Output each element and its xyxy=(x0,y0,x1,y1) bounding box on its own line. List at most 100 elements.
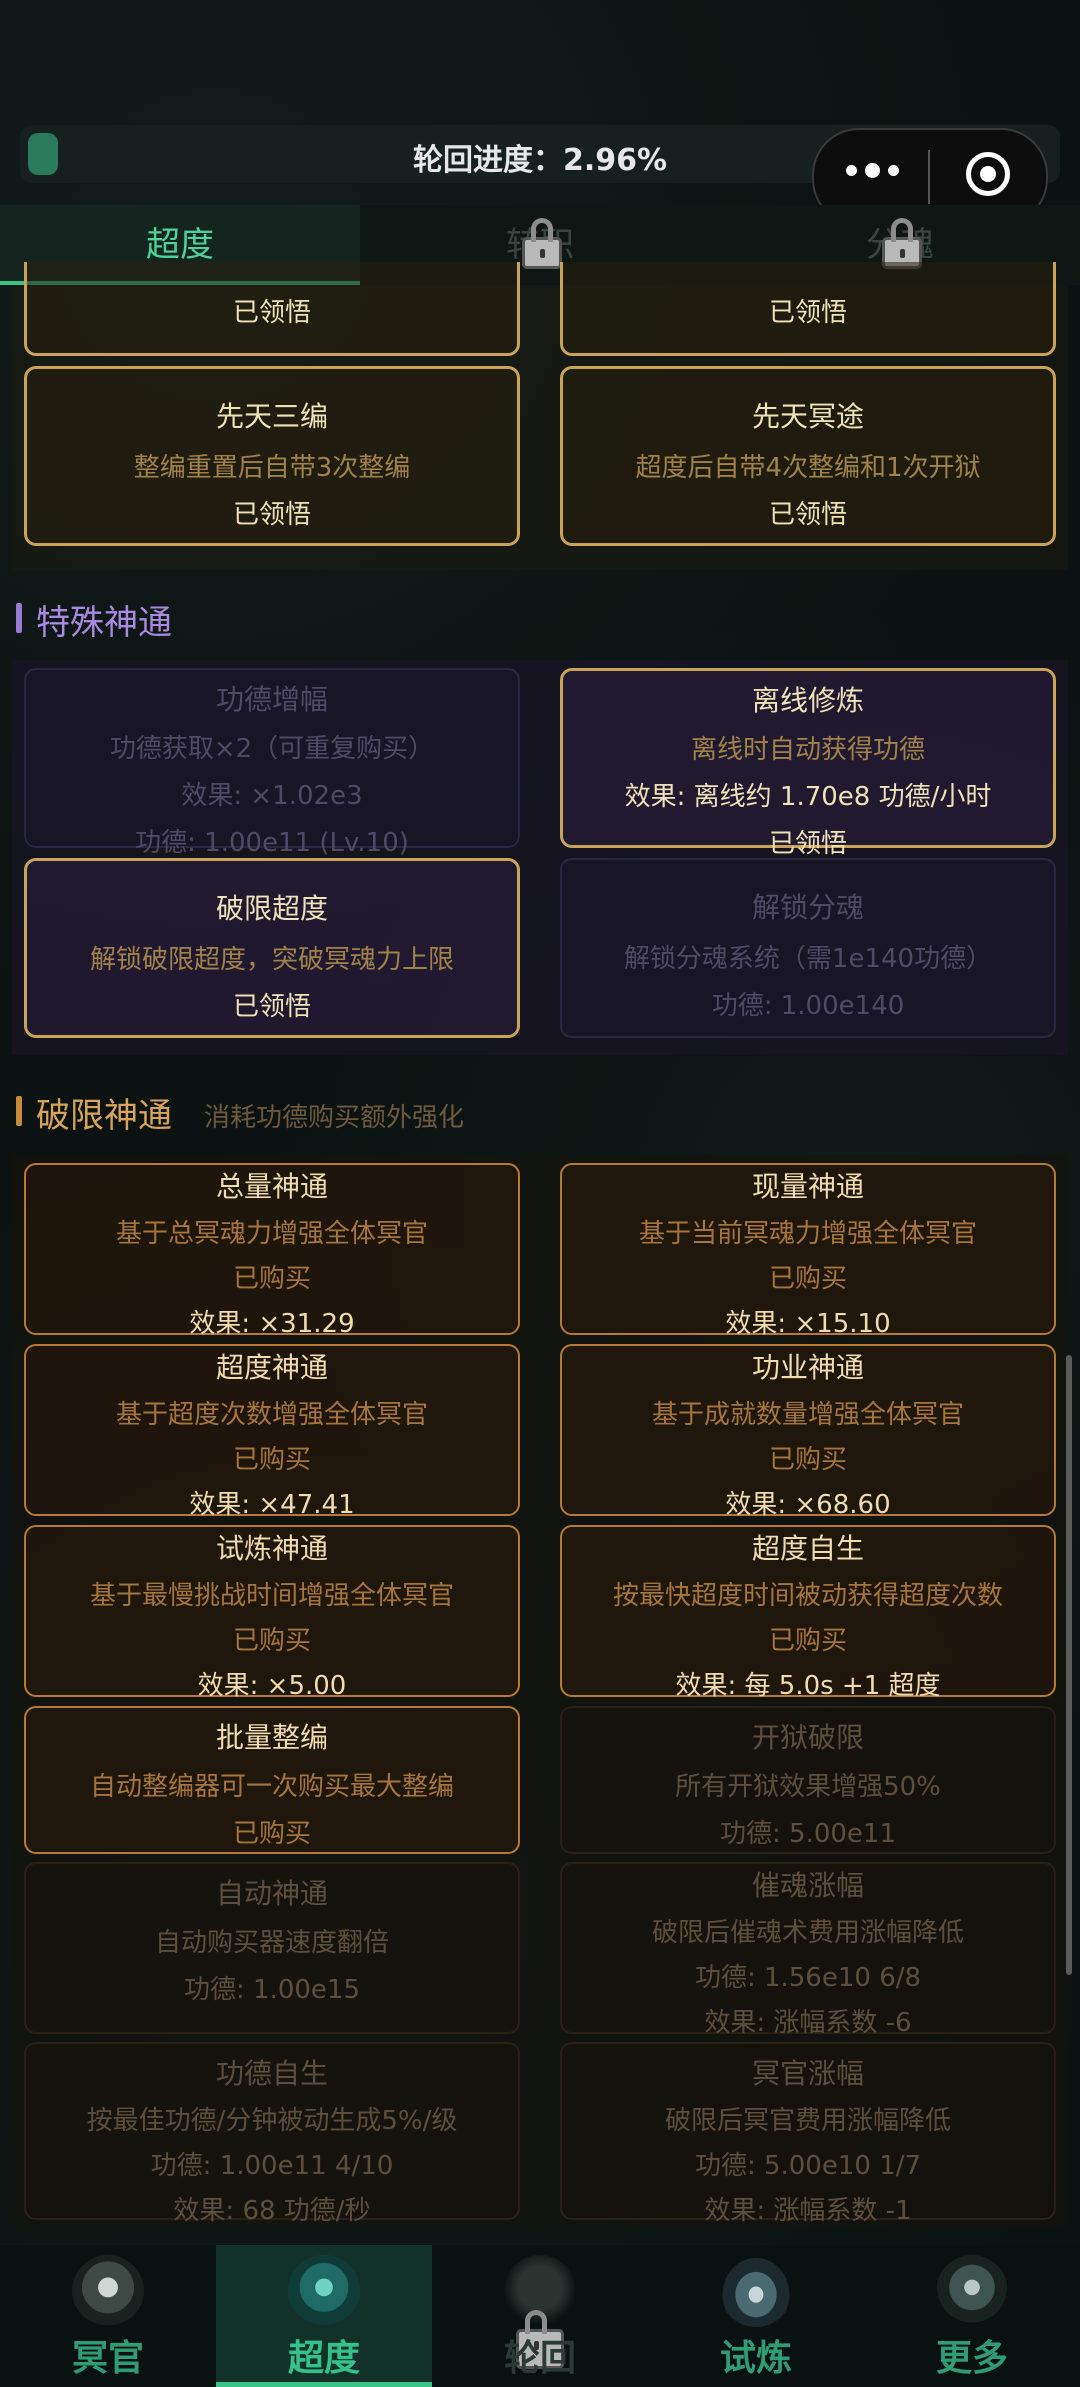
talent-card-xiantian-sanbian[interactable]: 先天三编 整编重置后自带3次整编 已领悟 xyxy=(24,366,520,546)
card-effect: 效果: ×5.00 xyxy=(197,1671,347,1701)
card-status: 已领悟 xyxy=(768,829,847,859)
card-title: 冥官涨幅 xyxy=(751,2057,864,2090)
special-card-lixian-xiulian[interactable]: 离线修炼 离线时自动获得功德 效果: 离线约 1.70e8 功德/小时 已领悟 xyxy=(560,668,1056,859)
breakthrough-section-subtitle: 消耗功德购买额外强化 xyxy=(204,1103,465,1133)
card-desc: 破限后催魂术费用涨幅降低 xyxy=(651,1918,964,1948)
card-title: 先天三编 xyxy=(215,400,328,433)
special-card-unlock-fenhun[interactable]: 解锁分魂 解锁分魂系统（需1e140功德） 功德: 1.00e140 xyxy=(560,858,1056,1038)
close-miniprogram-icon[interactable] xyxy=(966,152,1010,196)
talent-card[interactable]: 已领悟 xyxy=(24,262,520,356)
card-status: 已领悟 xyxy=(768,500,847,530)
card-desc: 整编重置后自带3次整编 xyxy=(133,453,411,483)
bt-card-gongde-zisheng[interactable]: 功德自生 按最佳功德/分钟被动生成5%/级 功德: 1.00e11 4/10 效… xyxy=(24,2042,520,2226)
bt-card-zongliang[interactable]: 总量神通 基于总冥魂力增强全体冥官 已购买 效果: ×31.29 xyxy=(24,1163,520,1339)
lock-icon xyxy=(522,218,562,269)
nav-mingguan[interactable]: 冥官 xyxy=(0,2245,216,2387)
spade-icon xyxy=(936,2255,1008,2327)
nav-label: 更多 xyxy=(935,2338,1008,2379)
bt-card-xianliang[interactable]: 现量神通 基于当前冥魂力增强全体冥官 已购买 效果: ×15.10 xyxy=(560,1163,1056,1339)
bt-card-gongye[interactable]: 功业神通 基于成就数量增强全体冥官 已购买 效果: ×68.60 xyxy=(560,1344,1056,1520)
card-cost: 功德: 1.56e10 6/8 xyxy=(694,1963,922,1993)
demon-icon xyxy=(288,2255,360,2327)
card-title: 功德增幅 xyxy=(215,683,328,716)
scrollbar[interactable] xyxy=(1066,1355,1072,1975)
section-marker xyxy=(16,603,22,633)
card-cost: 功德: 1.00e140 xyxy=(711,991,905,1021)
nav-label: 超度 xyxy=(287,2338,360,2379)
card-desc: 解锁分魂系统（需1e140功德） xyxy=(623,944,993,974)
card-title: 自动神通 xyxy=(215,1877,328,1910)
talent-card[interactable]: 已领悟 xyxy=(560,262,1056,356)
card-status: 已购买 xyxy=(232,1445,311,1475)
card-status: 已购买 xyxy=(768,1264,847,1294)
bt-card-mingguan-zhangfu[interactable]: 冥官涨幅 破限后冥官费用涨幅降低 功德: 5.00e10 1/7 效果: 涨幅系… xyxy=(560,2042,1056,2226)
nav-shilian[interactable]: 试炼 xyxy=(648,2245,864,2387)
card-cost: 功德: 5.00e11 xyxy=(720,1819,896,1849)
card-desc: 离线时自动获得功德 xyxy=(690,735,925,765)
card-title: 批量整编 xyxy=(215,1721,328,1754)
capsule-divider xyxy=(928,150,930,204)
card-desc: 基于总冥魂力增强全体冥官 xyxy=(115,1219,428,1249)
mask-icon xyxy=(72,2255,144,2327)
card-title: 试炼神通 xyxy=(215,1532,328,1565)
card-status: 已购买 xyxy=(232,1626,311,1656)
bt-card-chaodu-zisheng[interactable]: 超度自生 按最快超度时间被动获得超度次数 已购买 效果: 每 5.0s +1 超… xyxy=(560,1525,1056,1701)
bt-card-zidong-shentong[interactable]: 自动神通 自动购买器速度翻倍 功德: 1.00e15 xyxy=(24,1862,520,2034)
card-effect: 效果: 涨幅系数 -1 xyxy=(704,2196,912,2226)
bt-card-chaodu[interactable]: 超度神通 基于超度次数增强全体冥官 已购买 效果: ×47.41 xyxy=(24,1344,520,1520)
card-status: 已购买 xyxy=(768,1445,847,1475)
card-cost: 功德: 1.00e15 xyxy=(184,1975,360,2005)
card-title: 破限超度 xyxy=(215,892,328,925)
card-effect: 效果: ×68.60 xyxy=(725,1490,891,1520)
card-effect: 效果: ×31.29 xyxy=(189,1309,355,1339)
card-desc: 解锁破限超度，突破冥魂力上限 xyxy=(89,945,454,975)
card-desc: 基于当前冥魂力增强全体冥官 xyxy=(638,1219,977,1249)
card-desc: 自动整编器可一次购买最大整编 xyxy=(89,1772,454,1802)
card-cost: 功德: 5.00e10 1/7 xyxy=(694,2151,922,2181)
card-effect: 效果: 68 功德/秒 xyxy=(173,2196,371,2226)
bt-card-cuihun-zhangfu[interactable]: 催魂涨幅 破限后催魂术费用涨幅降低 功德: 1.56e10 6/8 效果: 涨幅… xyxy=(560,1862,1056,2038)
nav-lunhui[interactable]: 轮回 xyxy=(432,2245,648,2387)
bt-card-shilian[interactable]: 试炼神通 基于最慢挑战时间增强全体冥官 已购买 效果: ×5.00 xyxy=(24,1525,520,1701)
card-effect: 效果: 每 5.0s +1 超度 xyxy=(675,1671,941,1701)
section-marker xyxy=(16,1096,22,1126)
card-status: 已购买 xyxy=(232,1264,311,1294)
bt-card-kaiyu-poxian[interactable]: 开狱破限 所有开狱效果增强50% 功德: 5.00e11 xyxy=(560,1706,1056,1854)
card-status: 已购买 xyxy=(768,1626,847,1656)
card-title: 先天冥途 xyxy=(751,400,864,433)
special-card-poxian-chaodu[interactable]: 破限超度 解锁破限超度，突破冥魂力上限 已领悟 xyxy=(24,858,520,1038)
talent-card-xiantian-mingtu[interactable]: 先天冥途 超度后自带4次整编和1次开狱 已领悟 xyxy=(560,366,1056,546)
card-title: 功业神通 xyxy=(751,1351,864,1384)
card-desc: 按最佳功德/分钟被动生成5%/级 xyxy=(86,2106,458,2136)
nav-label: 冥官 xyxy=(71,2338,144,2379)
card-title: 解锁分魂 xyxy=(751,891,864,924)
card-desc: 按最快超度时间被动获得超度次数 xyxy=(612,1581,1003,1611)
card-desc: 基于超度次数增强全体冥官 xyxy=(115,1400,428,1430)
more-options-icon[interactable] xyxy=(846,163,899,178)
special-card-gongde-zengfu[interactable]: 功德增幅 功德获取×2（可重复购买） 效果: ×1.02e3 功德: 1.00e… xyxy=(24,668,520,858)
bt-card-piliang-zhengbian[interactable]: 批量整编 自动整编器可一次购买最大整编 已购买 xyxy=(24,1706,520,1854)
breakthrough-section-title: 破限神通 xyxy=(36,1096,172,1136)
card-desc: 基于成就数量增强全体冥官 xyxy=(651,1400,964,1430)
card-status: 已领悟 xyxy=(232,992,311,1022)
card-title: 超度神通 xyxy=(215,1351,328,1384)
nav-label: 轮回 xyxy=(503,2338,576,2379)
card-cost: 功德: 1.00e11 4/10 xyxy=(150,2151,394,2181)
card-title: 总量神通 xyxy=(215,1170,328,1203)
special-section-title: 特殊神通 xyxy=(36,603,172,643)
card-cost: 功德: 1.00e11 (Lv.10) xyxy=(135,828,409,858)
card-title: 开狱破限 xyxy=(751,1721,864,1754)
card-title: 超度自生 xyxy=(751,1532,864,1565)
card-effect: 效果: ×47.41 xyxy=(189,1490,355,1520)
bottom-navigation: 冥官 超度 轮回 试炼 更多 xyxy=(0,2245,1080,2387)
card-title: 现量神通 xyxy=(751,1170,864,1203)
flame-icon xyxy=(720,2255,792,2327)
card-title: 功德自生 xyxy=(215,2057,328,2090)
nav-gengduo[interactable]: 更多 xyxy=(864,2245,1080,2387)
card-title: 离线修炼 xyxy=(751,684,864,717)
card-desc: 自动购买器速度翻倍 xyxy=(154,1928,389,1958)
card-desc: 功德获取×2（可重复购买） xyxy=(109,734,435,764)
card-desc: 破限后冥官费用涨幅降低 xyxy=(664,2106,951,2136)
card-desc: 所有开狱效果增强50% xyxy=(675,1772,941,1802)
nav-chaodu[interactable]: 超度 xyxy=(216,2245,432,2387)
